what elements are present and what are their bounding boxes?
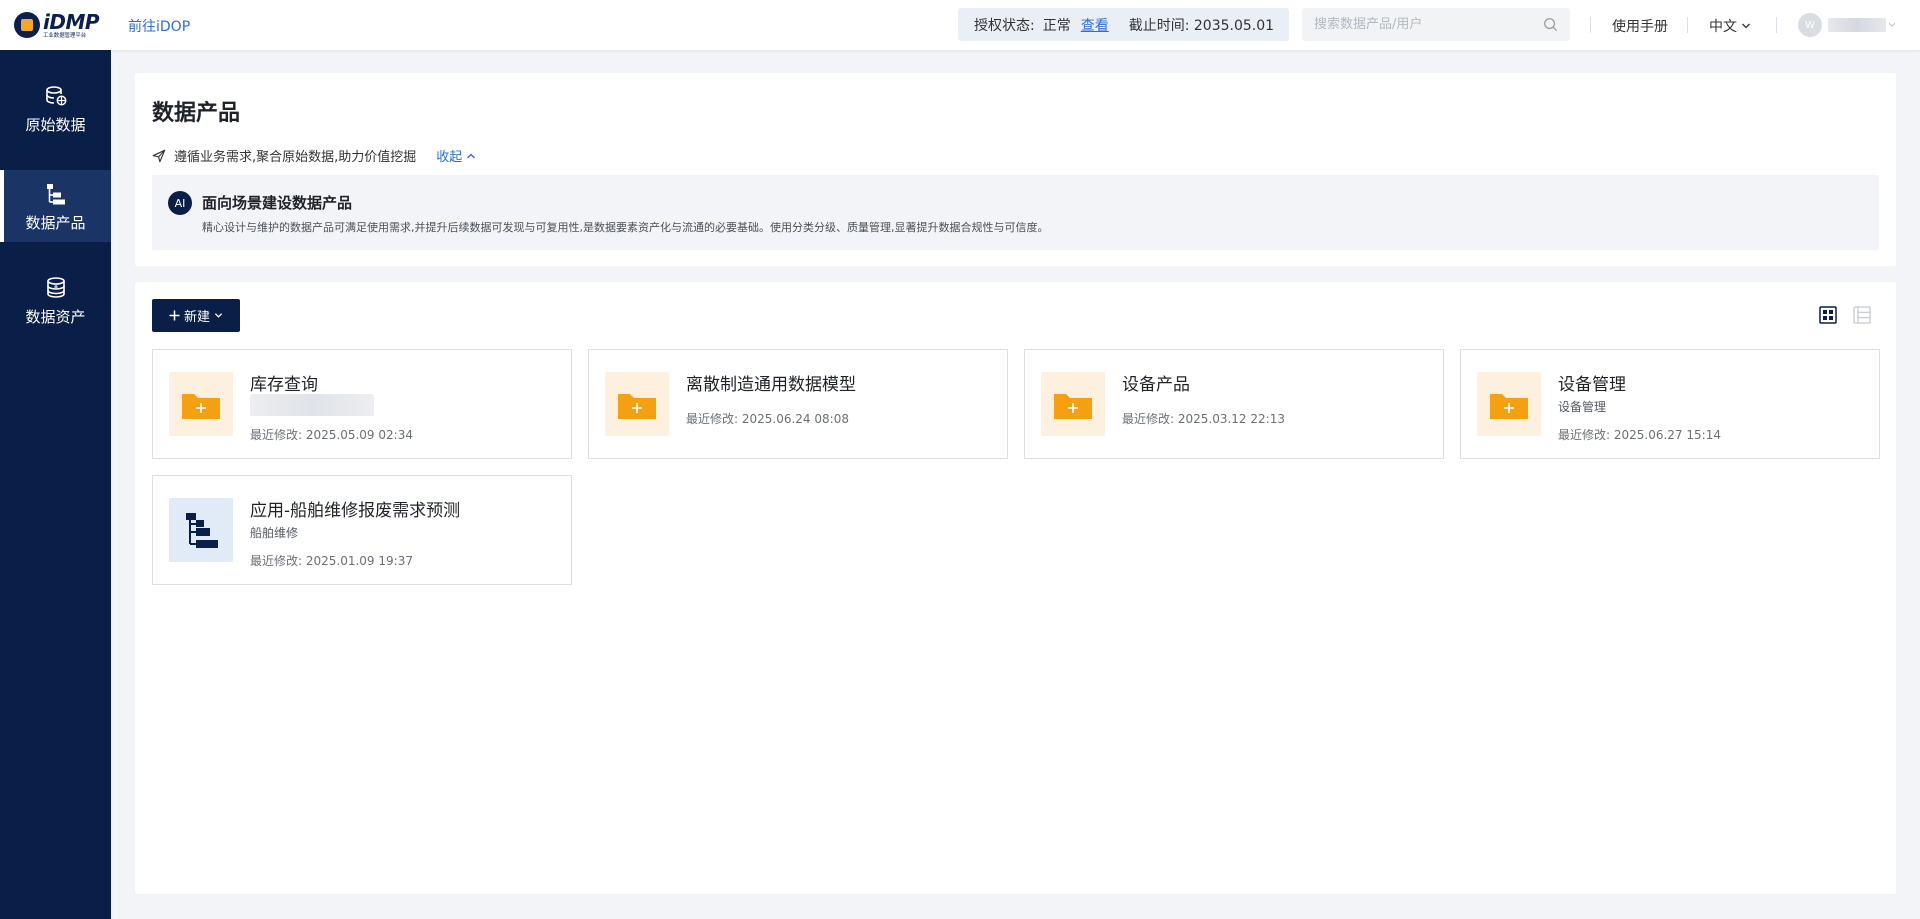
logo-icon xyxy=(14,12,40,38)
new-button[interactable]: 新建 xyxy=(152,299,240,332)
tile-modified-time: 最近修改: 2025.06.24 08:08 xyxy=(686,412,849,426)
tile-title: 库存查询 xyxy=(250,375,318,395)
ai-intro-description: 精心设计与维护的数据产品可满足使用需求,并提升后续数据可发现与可复用性,是数据要… xyxy=(202,221,1049,234)
chevron-down-icon xyxy=(1888,23,1896,27)
tagline-text: 遵循业务需求,聚合原始数据,助力价值挖掘 xyxy=(174,150,417,165)
chevron-up-icon xyxy=(467,153,476,158)
svg-text:¥: ¥ xyxy=(54,283,59,291)
product-list-card: 新建 库存查询 最近修改: 2025.05.09 02:34 离散制造通用数据模… xyxy=(135,282,1896,894)
user-name-redacted xyxy=(1828,18,1886,32)
language-selector[interactable]: 中文 xyxy=(1709,16,1751,36)
top-bar: iDMP 工业数据管理平台 前往iDOP 授权状态: 正常 查看 截止时间: 2… xyxy=(0,0,1920,50)
user-manual-link[interactable]: 使用手册 xyxy=(1612,16,1668,36)
sidebar-item-label: 数据资产 xyxy=(25,308,86,326)
avatar: W xyxy=(1798,13,1822,37)
tile-modified-time: 最近修改: 2025.01.09 19:37 xyxy=(250,554,413,568)
license-status-value: 正常 xyxy=(1042,17,1071,34)
plus-icon xyxy=(169,310,180,321)
divider xyxy=(1590,17,1591,33)
product-tile[interactable]: 离散制造通用数据模型 最近修改: 2025.06.24 08:08 xyxy=(588,349,1008,459)
tile-subtitle: 设备管理 xyxy=(1558,400,1607,414)
license-status-label: 授权状态: xyxy=(974,17,1035,34)
tile-modified-time: 最近修改: 2025.06.27 15:14 xyxy=(1558,428,1721,442)
tile-title: 设备产品 xyxy=(1122,375,1190,395)
tree-structure-icon xyxy=(169,498,233,562)
ai-intro-title: 面向场景建设数据产品 xyxy=(202,194,353,212)
sidebar-item-label: 数据产品 xyxy=(25,214,86,232)
product-tile[interactable]: 设备产品 最近修改: 2025.03.12 22:13 xyxy=(1024,349,1444,459)
divider xyxy=(1776,17,1777,33)
license-view-link[interactable]: 查看 xyxy=(1081,15,1109,35)
goto-idop-link[interactable]: 前往iDOP xyxy=(128,16,190,36)
page-header-card: 数据产品 遵循业务需求,聚合原始数据,助力价值挖掘 收起 AI 面向场景建设数据… xyxy=(135,73,1896,266)
search-input[interactable] xyxy=(1302,8,1522,41)
app-logo[interactable]: iDMP 工业数据管理平台 xyxy=(14,9,100,41)
folder-icon xyxy=(169,372,233,436)
sidebar: 原始数据 数据产品 ¥ 数据资产 xyxy=(0,50,111,919)
send-icon xyxy=(152,149,166,162)
tile-modified-time: 最近修改: 2025.03.12 22:13 xyxy=(1122,412,1285,426)
license-status-bar: 授权状态: 正常 查看 截止时间: 2035.05.01 xyxy=(958,8,1289,41)
tree-structure-icon xyxy=(47,184,65,205)
page-tagline: 遵循业务需求,聚合原始数据,助力价值挖掘 收起 xyxy=(152,146,476,165)
database-icon xyxy=(46,86,67,106)
page-title: 数据产品 xyxy=(152,101,241,126)
folder-icon xyxy=(1041,372,1105,436)
divider xyxy=(1687,17,1688,33)
collapse-button[interactable]: 收起 xyxy=(436,146,476,165)
ai-intro-box: AI 面向场景建设数据产品 精心设计与维护的数据产品可满足使用需求,并提升后续数… xyxy=(152,175,1879,250)
folder-icon xyxy=(1477,372,1541,436)
tile-modified-time: 最近修改: 2025.05.09 02:34 xyxy=(250,428,413,442)
collapse-label: 收起 xyxy=(436,150,463,165)
sidebar-item-raw-data[interactable]: 原始数据 xyxy=(0,72,111,144)
coins-icon: ¥ xyxy=(47,277,65,298)
tile-subtitle: 船舶维修 xyxy=(250,526,299,540)
logo-subtitle: 工业数据管理平台 xyxy=(43,31,87,39)
sidebar-item-label: 原始数据 xyxy=(25,116,86,134)
sidebar-item-data-products[interactable]: 数据产品 xyxy=(0,170,111,242)
user-menu[interactable]: W xyxy=(1798,13,1896,37)
tile-subtitle-redacted xyxy=(250,394,374,416)
tile-title: 离散制造通用数据模型 xyxy=(686,375,856,395)
list-view-icon[interactable] xyxy=(1853,306,1871,324)
new-button-label: 新建 xyxy=(183,310,210,325)
search-icon[interactable] xyxy=(1543,17,1558,32)
search-box xyxy=(1302,8,1570,41)
product-tile[interactable]: 应用-船舶维修报废需求预测 船舶维修 最近修改: 2025.01.09 19:3… xyxy=(152,475,572,585)
grid-view-icon[interactable] xyxy=(1819,306,1837,324)
product-tile[interactable]: 库存查询 最近修改: 2025.05.09 02:34 xyxy=(152,349,572,459)
sidebar-item-data-assets[interactable]: ¥ 数据资产 xyxy=(0,264,111,336)
product-tile[interactable]: 设备管理 设备管理 最近修改: 2025.06.27 15:14 xyxy=(1460,349,1880,459)
chevron-down-icon xyxy=(214,313,223,318)
language-label: 中文 xyxy=(1709,19,1737,35)
tile-title: 设备管理 xyxy=(1558,375,1626,395)
logo-wordmark: iDMP xyxy=(43,9,100,34)
tile-title: 应用-船舶维修报废需求预测 xyxy=(250,501,461,521)
license-deadline: 截止时间: 2035.05.01 xyxy=(1128,17,1275,34)
ai-badge-icon: AI xyxy=(168,191,192,215)
chevron-down-icon xyxy=(1742,23,1750,29)
folder-icon xyxy=(605,372,669,436)
